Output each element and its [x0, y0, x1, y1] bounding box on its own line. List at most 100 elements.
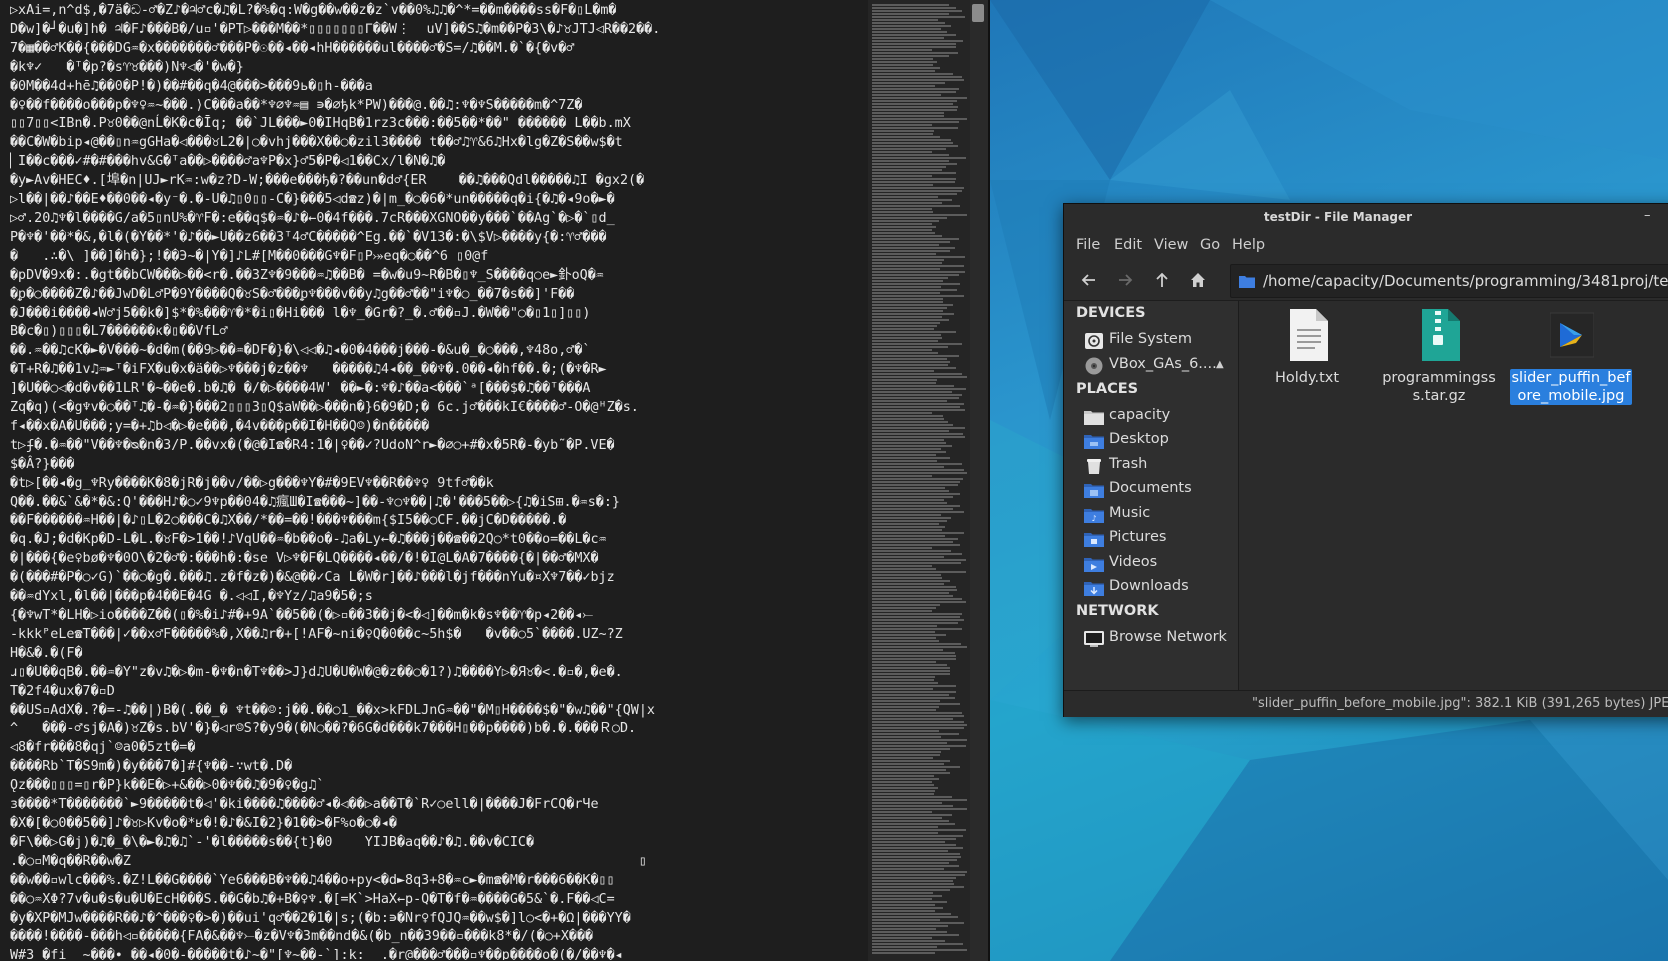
toolbar: /home/capacity/Documents/programming/348… [1064, 260, 1668, 301]
minimap-line [872, 637, 936, 639]
minimap-line [872, 574, 941, 576]
sidebar-item-file-system[interactable]: File System [1074, 329, 1232, 353]
minimap-line [872, 364, 948, 366]
file-manager-window[interactable]: testDir - File Manager – File Edit View … [1063, 203, 1668, 717]
minimap-line [872, 847, 963, 849]
sidebar-item-videos[interactable]: Videos [1074, 552, 1232, 576]
sidebar-item-desktop[interactable]: Desktop [1074, 429, 1232, 453]
downloads-folder-icon [1084, 582, 1104, 596]
editor-pane[interactable]: ▷xAi=,n^d$,�7ä�ඩ‐♂�Z♪�♃♂c�♫�L?�%�q:W�g��… [0, 0, 868, 961]
minimap-line [872, 163, 957, 165]
minimap-line [872, 814, 952, 816]
arrow-left-icon [1081, 274, 1095, 286]
minimap-line [872, 694, 949, 696]
devices-heading: DEVICES [1076, 305, 1146, 321]
minimap-line [872, 370, 934, 372]
file-item-selected[interactable]: slider_puffin_before_mobile.jpg [1510, 309, 1632, 419]
minimap-line [872, 223, 932, 225]
arrow-right-icon [1119, 274, 1133, 286]
editor-scrollbar-thumb[interactable] [972, 4, 984, 22]
up-button[interactable] [1149, 268, 1175, 292]
menu-go[interactable]: Go [1200, 237, 1220, 253]
minimap-line [872, 643, 961, 645]
location-bar[interactable]: /home/capacity/Documents/programming/348… [1230, 264, 1668, 298]
minimap-line [872, 514, 941, 516]
minimap-line [872, 400, 947, 402]
editor-scrollbar[interactable] [970, 0, 988, 961]
window-title: testDir - File Manager [1263, 210, 1413, 224]
sidebar-item-pictures[interactable]: Pictures [1074, 527, 1232, 551]
minimap-line [872, 295, 964, 297]
sidebar-item-music[interactable]: ♪ Music [1074, 503, 1232, 527]
places-heading: PLACES [1076, 381, 1139, 397]
forward-button[interactable] [1112, 268, 1138, 292]
file-item[interactable]: programmingsss.tar.gz [1378, 309, 1500, 419]
editor-text-content[interactable]: ▷xAi=,n^d$,�7ä�ඩ‐♂�Z♪�♃♂c�♫�L?�%�q:W�g��… [10, 2, 862, 960]
minimap-line [872, 868, 944, 870]
minimap-line [872, 232, 935, 234]
sidebar-item-downloads[interactable]: Downloads [1074, 576, 1232, 600]
minimize-button[interactable]: – [1644, 208, 1658, 224]
minimap-line [872, 145, 958, 147]
minimap-line [872, 7, 956, 9]
minimap-line [872, 538, 958, 540]
window-titlebar[interactable]: testDir - File Manager – [1064, 204, 1668, 230]
minimap-line [872, 445, 952, 447]
minimap-line [872, 337, 942, 339]
minimap-line [872, 112, 944, 114]
minimap-line [872, 712, 962, 714]
minimap-line [872, 895, 942, 897]
minimap-line [872, 832, 938, 834]
sidebar-item-label: Pictures [1109, 529, 1167, 545]
file-item[interactable]: Holdy.txt [1246, 309, 1368, 419]
minimap-line [872, 745, 966, 747]
minimap-line [872, 856, 961, 858]
sidebar-item-vbox-gas[interactable]: VBox_GAs_6.... [1074, 354, 1232, 378]
minimap-line [872, 946, 937, 948]
menu-file[interactable]: File [1076, 237, 1100, 253]
sidebar-item-capacity[interactable]: capacity [1074, 405, 1232, 429]
minimap-line [872, 502, 947, 504]
minimap-line [872, 925, 948, 927]
file-view[interactable]: Holdy.txt programmingsss.tar.gz slider_p… [1239, 301, 1668, 690]
minimap-line [872, 892, 933, 894]
sidebar-item-browse-network[interactable]: Browse Network [1074, 627, 1232, 651]
minimap-line [872, 274, 959, 276]
minimap-line [872, 940, 945, 942]
minimap-line [872, 862, 949, 864]
minimap-line [872, 412, 932, 414]
minimap-line [872, 754, 940, 756]
minimap-line [872, 304, 953, 306]
minimap-line [872, 406, 960, 408]
home-folder-icon [1084, 411, 1104, 425]
minimap-line [872, 172, 956, 174]
home-button[interactable] [1185, 268, 1211, 292]
minimap-line [872, 334, 941, 336]
minimap-line [872, 667, 950, 669]
minimap-line [872, 904, 935, 906]
menu-view[interactable]: View [1154, 237, 1188, 253]
back-button[interactable] [1076, 268, 1102, 292]
minimap-line [872, 874, 965, 876]
menu-edit[interactable]: Edit [1114, 237, 1142, 253]
minimap-line [872, 472, 967, 474]
minimap-line [872, 610, 932, 612]
minimap-line [872, 919, 940, 921]
minimap-line [872, 4, 949, 6]
minimap-line [872, 517, 951, 519]
editor-minimap[interactable] [868, 0, 970, 961]
minimap-line [872, 580, 950, 582]
sidebar-item-documents[interactable]: Documents [1074, 478, 1232, 502]
minimap-line [872, 415, 943, 417]
sidebar-item-trash[interactable]: Trash [1074, 454, 1232, 478]
minimap-line [872, 778, 939, 780]
menu-help[interactable]: Help [1232, 237, 1265, 253]
minimap-line [872, 46, 956, 48]
minimap-line [872, 559, 966, 561]
minimap-line [872, 937, 932, 939]
eject-icon[interactable]: ▲ [1216, 359, 1224, 370]
minimap-line [872, 442, 946, 444]
minimap-line [872, 898, 932, 900]
minimap-line [872, 106, 958, 108]
minimap-line [872, 793, 934, 795]
